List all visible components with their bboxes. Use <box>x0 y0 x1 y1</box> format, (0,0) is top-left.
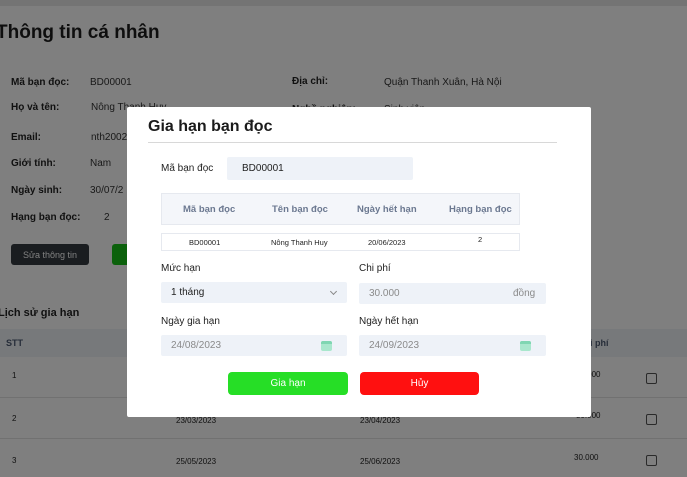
renew-button[interactable]: Gia hạn <box>228 372 348 395</box>
reader-table-cell-rank: 2 <box>478 235 483 244</box>
reader-table-header-name: Tên bạn đọc <box>272 204 328 215</box>
reader-table-header-id: Mã bạn đọc <box>183 204 236 215</box>
fee-label: Chi phí <box>359 263 391 274</box>
level-select[interactable]: 1 tháng <box>161 282 347 303</box>
reader-table-header-rank: Hạng bạn đọc <box>449 204 512 215</box>
reader-id-label: Mã bạn đọc <box>161 163 214 174</box>
expiry-date-label: Ngày hết hạn <box>359 316 419 327</box>
reader-table-header: Mã bạn đọc Tên bạn đọc Ngày hết hạn Hạng… <box>161 193 520 225</box>
reader-id-value: BD00001 <box>242 163 284 174</box>
level-value: 1 tháng <box>171 287 205 298</box>
expiry-date-input[interactable]: 24/09/2023 <box>359 335 546 356</box>
fee-value: 30.000 <box>369 288 400 299</box>
fee-unit: đồng <box>513 288 536 299</box>
renew-date-value: 24/08/2023 <box>171 340 222 351</box>
reader-table-cell-id: BD00001 <box>189 238 221 247</box>
renew-date-input[interactable]: 24/08/2023 <box>161 335 347 356</box>
reader-table-cell-name: Nông Thanh Huy <box>271 238 328 247</box>
renewal-modal: Gia hạn bạn đọc Mã bạn đọc BD00001 Mã bạ… <box>127 107 591 417</box>
reader-table-cell-expiry: 20/06/2023 <box>368 238 406 247</box>
reader-id-input[interactable]: BD00001 <box>227 157 413 180</box>
table-row[interactable]: BD00001 Nông Thanh Huy 20/06/2023 2 <box>161 233 520 251</box>
calendar-icon[interactable] <box>520 341 531 351</box>
level-label: Mức hạn <box>161 263 201 274</box>
expiry-date-value: 24/09/2023 <box>369 340 420 351</box>
reader-table-header-expiry: Ngày hết hạn <box>357 204 417 215</box>
modal-title: Gia hạn bạn đọc <box>148 118 273 135</box>
calendar-icon[interactable] <box>321 341 332 351</box>
cancel-button[interactable]: Hủy <box>360 372 479 395</box>
fee-input: 30.000 đồng <box>359 283 546 304</box>
modal-divider <box>148 142 557 143</box>
renew-date-label: Ngày gia hạn <box>161 316 220 327</box>
